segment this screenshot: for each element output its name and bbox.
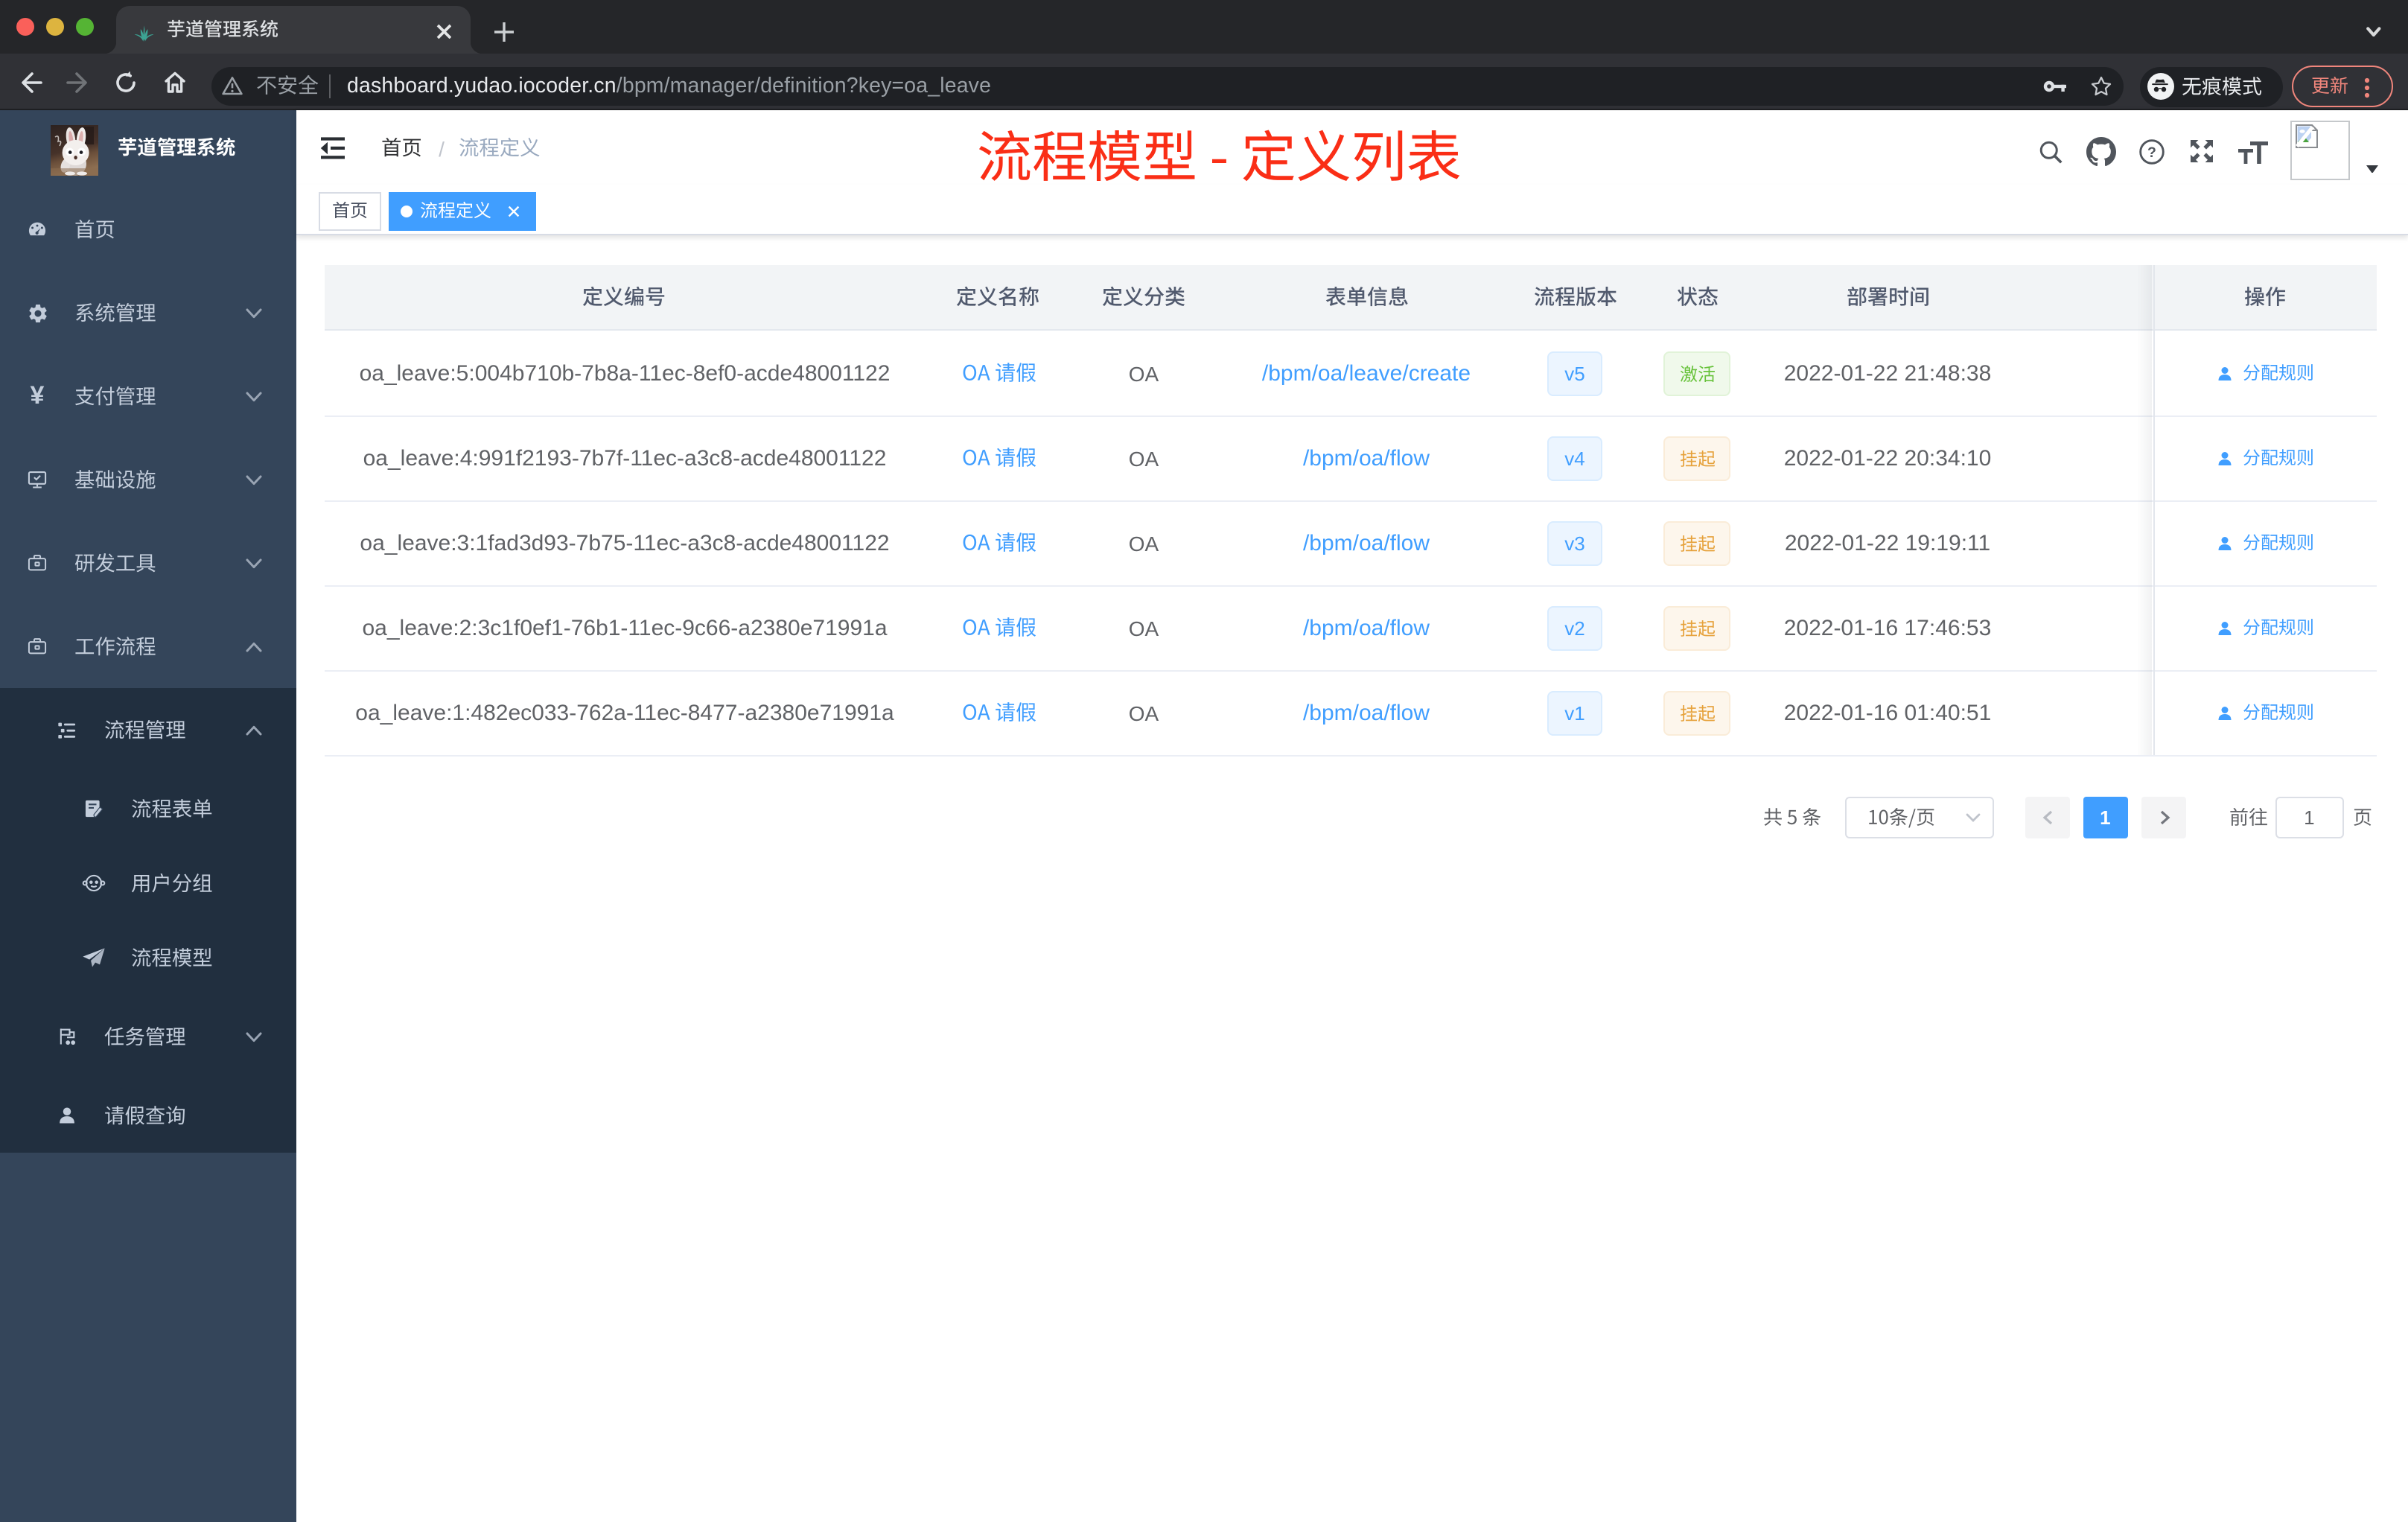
svg-text:?: ? xyxy=(2147,144,2156,160)
